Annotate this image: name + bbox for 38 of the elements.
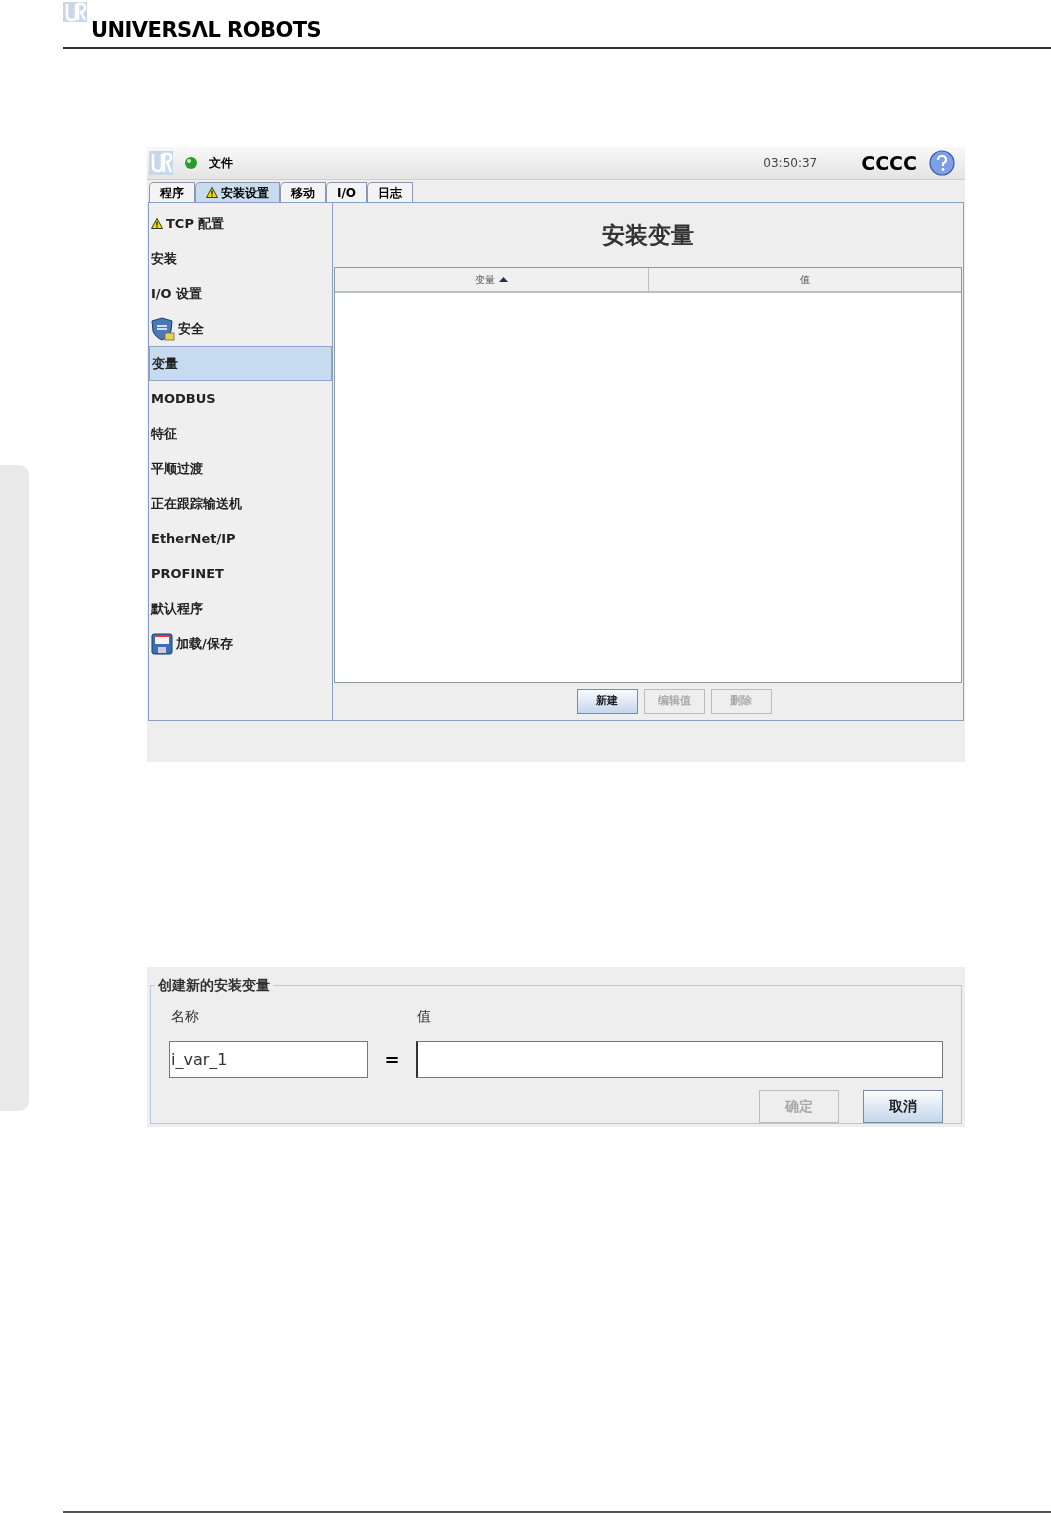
sidebar-item[interactable]: I/O 设置 — [149, 276, 332, 311]
page-title: 安装变量 — [601, 220, 695, 250]
name-label: 名称 — [170, 1007, 200, 1026]
tab[interactable]: 安装设置 — [195, 182, 280, 202]
brand-name: UNIVERSΛL ROBOTS — [91, 20, 323, 41]
value-label: 值 — [417, 1007, 431, 1026]
file-menu[interactable]: 文件 — [209, 154, 233, 172]
sidebar-item[interactable]: 正在跟踪输送机 — [149, 486, 332, 521]
column-header[interactable]: 变量 — [335, 268, 649, 291]
dialog-button[interactable]: 取消 — [863, 1090, 943, 1123]
sidebar-item[interactable]: 默认程序 — [149, 591, 332, 626]
name-field[interactable]: i_var_1 — [169, 1041, 368, 1078]
tab[interactable]: 程序 — [149, 182, 195, 202]
sidebar-item[interactable]: 安装 — [149, 241, 332, 276]
column-header[interactable]: 值 — [648, 268, 961, 291]
sidebar-item[interactable]: MODBUS — [149, 381, 332, 416]
help-icon[interactable] — [929, 150, 955, 176]
shield-icon — [151, 316, 175, 341]
sidebar-item[interactable]: PROFINET — [149, 556, 332, 591]
value-field[interactable] — [416, 1041, 943, 1078]
warning-icon — [151, 218, 163, 229]
sidebar-item[interactable]: 变量 — [149, 346, 332, 381]
tab[interactable]: 移动 — [280, 182, 326, 202]
tab[interactable]: 日志 — [367, 182, 414, 202]
sidebar-item[interactable]: 加载/保存 — [149, 626, 332, 661]
logo-icon — [149, 151, 173, 175]
tab[interactable]: I/O — [326, 182, 368, 202]
dialog-legend: 创建新的安装变量 — [155, 975, 273, 996]
equals-sign: = — [383, 1048, 401, 1072]
sidebar-item[interactable]: EtherNet/IP — [149, 521, 332, 556]
action-button[interactable]: 新建 — [576, 689, 638, 714]
status-dot-icon — [184, 156, 198, 170]
robot-name: CCCC — [861, 150, 917, 176]
clock-time: 03:50:37 — [763, 155, 818, 172]
sidebar-item[interactable]: 特征 — [149, 416, 332, 451]
sidebar-item[interactable]: 平顺过渡 — [149, 451, 332, 486]
sidebar-item[interactable]: 安全 — [149, 311, 332, 346]
sidebar-item[interactable]: TCP 配置 — [149, 206, 332, 241]
